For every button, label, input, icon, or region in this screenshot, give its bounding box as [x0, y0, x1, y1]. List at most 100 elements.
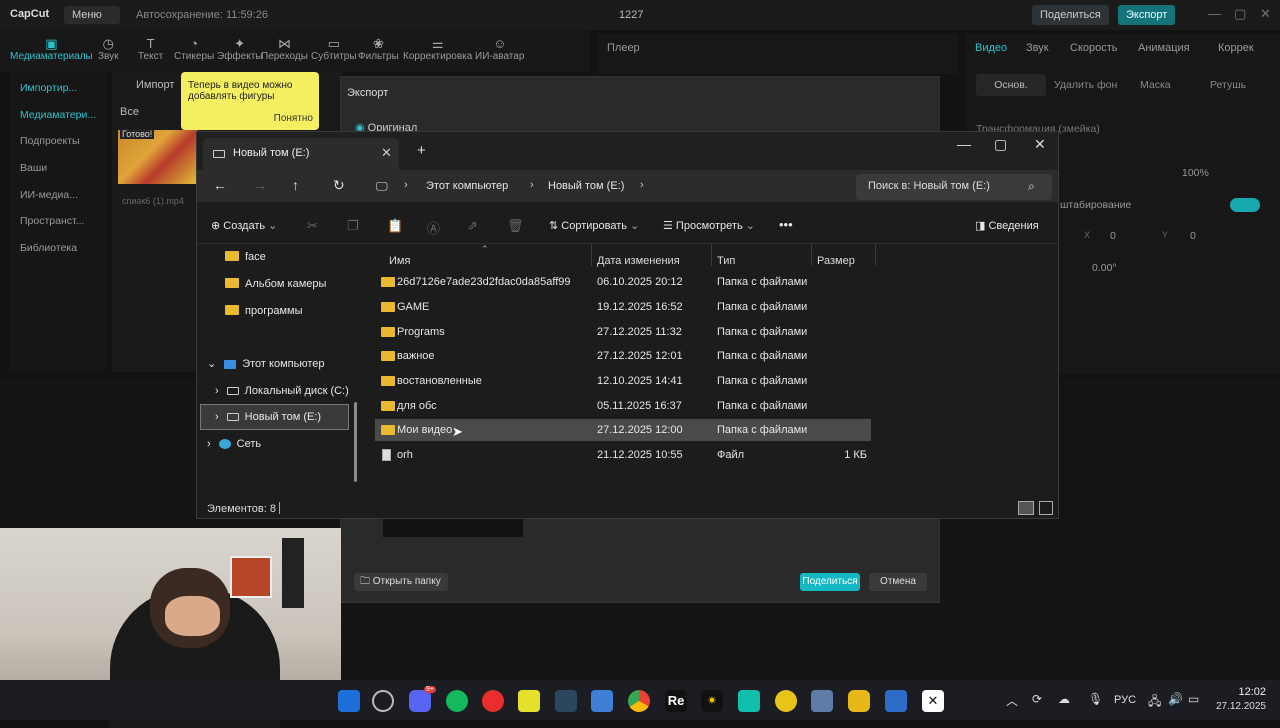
- network-icon[interactable]: 🖧: [1148, 692, 1161, 713]
- microphone-icon[interactable]: 🎙: [1088, 692, 1103, 706]
- minimize-icon[interactable]: —: [1208, 6, 1221, 21]
- sidebar-item-this-pc[interactable]: ⌄ Этот компьютер: [207, 353, 324, 375]
- resolve-icon[interactable]: Re: [665, 690, 687, 712]
- import-tab[interactable]: Импорт: [136, 79, 174, 91]
- copy-icon[interactable]: ❐: [347, 218, 359, 234]
- file-row[interactable]: важное 27.12.2025 12:01 Папка с файлами: [375, 345, 871, 367]
- share-top-button[interactable]: Поделиться: [1032, 5, 1109, 25]
- breadcrumb-drive-e[interactable]: Новый том (E:): [548, 180, 624, 192]
- file-row[interactable]: для обс 05.11.2025 16:37 Папка с файлами: [375, 395, 871, 417]
- tab-audio[interactable]: Звук: [1026, 42, 1049, 54]
- chevron-right-icon[interactable]: ›: [640, 179, 644, 191]
- sidebar-item-network[interactable]: › Сеть: [207, 433, 261, 455]
- close-icon[interactable]: ✕: [1260, 6, 1271, 22]
- share-button[interactable]: Поделиться: [800, 573, 860, 591]
- menu-button[interactable]: Меню: [64, 6, 120, 24]
- tab-close-icon[interactable]: ✕: [381, 145, 392, 161]
- column-header-type[interactable]: Тип: [717, 255, 735, 267]
- file-row[interactable]: Programs 27.12.2025 11:32 Папка с файлами: [375, 321, 871, 343]
- tool-ai-avatar[interactable]: ☺ ИИ-аватар: [475, 36, 524, 62]
- chevron-right-icon[interactable]: ›: [215, 385, 219, 397]
- paste-icon[interactable]: 📋: [387, 218, 403, 234]
- left-item-library[interactable]: Библиотека: [20, 242, 77, 254]
- sync-icon[interactable]: ⟳: [1032, 692, 1042, 706]
- more-options-icon[interactable]: •••: [779, 217, 793, 232]
- tool-audio[interactable]: ◷ Звук: [98, 36, 119, 62]
- tooltip-ok-button[interactable]: Понятно: [274, 113, 313, 124]
- file-row[interactable]: GAME 19.12.2025 16:52 Папка с файлами: [375, 296, 871, 318]
- tool-effects[interactable]: ✦ Эффекты: [217, 36, 262, 62]
- pos-y-value[interactable]: 0: [1190, 230, 1196, 242]
- sidebar-item-camera-album[interactable]: Альбом камеры: [225, 273, 326, 295]
- left-item-ai-media[interactable]: ИИ-медиа...: [20, 189, 78, 201]
- tool-media[interactable]: ▣ Медиаматериалы: [10, 36, 93, 62]
- column-header-date[interactable]: Дата изменения: [597, 255, 680, 267]
- clock-date[interactable]: 27.12.2025: [1196, 701, 1266, 712]
- search-box[interactable]: Поиск в: Новый том (E:) ⌕: [856, 174, 1052, 200]
- winamp-icon[interactable]: ✷: [701, 690, 723, 712]
- tab-animation[interactable]: Анимация: [1138, 42, 1190, 54]
- new-tab-icon[interactable]: +: [417, 142, 426, 159]
- left-item-space[interactable]: Пространст...: [20, 215, 84, 227]
- tool-text[interactable]: T Текст: [138, 36, 163, 62]
- tool-adjust[interactable]: ⚌ Корректировка: [403, 36, 472, 62]
- filter-all[interactable]: Все: [120, 106, 139, 118]
- share-icon[interactable]: ⇗: [467, 218, 478, 234]
- cut-icon[interactable]: ✂: [307, 218, 318, 234]
- column-divider[interactable]: [811, 244, 812, 266]
- volume-icon[interactable]: 🔊: [1168, 692, 1183, 706]
- back-icon[interactable]: ←: [213, 177, 227, 193]
- steam-client-icon[interactable]: [555, 690, 577, 712]
- tool-stickers[interactable]: ◔ Стикеры: [174, 36, 214, 62]
- open-folder-button[interactable]: 🗀 Открыть папку: [354, 573, 448, 591]
- create-button[interactable]: ⊕ Создать ⌄: [211, 219, 277, 232]
- column-header-size[interactable]: Размер: [817, 255, 855, 267]
- left-item-yours[interactable]: Ваши: [20, 162, 47, 174]
- export-top-button[interactable]: Экспорт: [1118, 5, 1176, 25]
- file-row[interactable]: orh 21.12.2025 10:55 Файл 1 КБ: [375, 444, 871, 466]
- language-indicator[interactable]: РУС: [1114, 694, 1136, 706]
- refresh-icon[interactable]: ↻: [333, 177, 345, 194]
- explorer-maximize-icon[interactable]: ▢: [994, 136, 1007, 153]
- calculator-icon[interactable]: [811, 690, 833, 712]
- chevron-down-icon[interactable]: ⌄: [207, 358, 216, 370]
- left-item-subprojects[interactable]: Подпроекты: [20, 135, 80, 147]
- rename-icon[interactable]: Ⓐ: [427, 218, 440, 237]
- scaling-toggle[interactable]: [1230, 198, 1260, 212]
- subtab-remove-bg[interactable]: Удалить фон: [1054, 79, 1117, 91]
- subtab-basic[interactable]: Основ.: [976, 74, 1046, 96]
- up-icon[interactable]: ↑: [292, 177, 299, 193]
- xbox-icon[interactable]: [446, 690, 468, 712]
- tool-subtitles[interactable]: ▭ Субтитры: [311, 36, 357, 62]
- view-button[interactable]: ☰ Просмотреть ⌄: [663, 219, 755, 232]
- delete-icon[interactable]: 🗑: [507, 218, 524, 234]
- tiles-view-icon[interactable]: [1039, 501, 1053, 515]
- breadcrumb-this-pc[interactable]: Этот компьютер: [426, 180, 508, 192]
- notepad-icon[interactable]: [885, 690, 907, 712]
- details-button[interactable]: ◨ Сведения: [975, 219, 1039, 232]
- file-row[interactable]: 26d7126e7ade23d2fdac0da85aff99 06.10.2025…: [375, 271, 871, 293]
- rotation-value[interactable]: 0.00°: [1092, 262, 1117, 274]
- tool-filters[interactable]: ❀ Фильтры: [358, 36, 399, 62]
- cancel-button[interactable]: Отмена: [869, 573, 927, 591]
- discord-icon[interactable]: [409, 690, 431, 712]
- scale-value[interactable]: 100%: [1182, 167, 1209, 179]
- maximize-icon[interactable]: ▢: [1234, 6, 1246, 22]
- cloud-icon[interactable]: ☁: [1058, 692, 1070, 706]
- tab-correction[interactable]: Коррек: [1218, 42, 1254, 54]
- explorer-close-icon[interactable]: ✕: [1034, 136, 1046, 153]
- tray-chevron-up-icon[interactable]: ︿: [1006, 692, 1018, 709]
- sidebar-item-face[interactable]: face: [225, 246, 266, 268]
- explorer-tab[interactable]: Новый том (E:) ✕: [203, 138, 399, 170]
- capcut-taskbar-icon[interactable]: ✕: [922, 690, 944, 712]
- tab-video[interactable]: Видео: [975, 42, 1007, 54]
- settings-icon[interactable]: [591, 690, 613, 712]
- pos-x-value[interactable]: 0: [1110, 230, 1116, 242]
- tab-speed[interactable]: Скорость: [1070, 42, 1118, 54]
- sidebar-item-programs[interactable]: программы: [225, 300, 302, 322]
- subtab-retouch[interactable]: Ретушь: [1210, 79, 1246, 91]
- address-bar[interactable]: 🖵 › Этот компьютер › Новый том (E:) ›: [368, 174, 844, 200]
- teams-icon[interactable]: [738, 690, 760, 712]
- sort-button[interactable]: ⇅ Сортировать ⌄: [549, 219, 639, 232]
- file-row[interactable]: востановленные 12.10.2025 14:41 Папка с фа…: [375, 370, 871, 392]
